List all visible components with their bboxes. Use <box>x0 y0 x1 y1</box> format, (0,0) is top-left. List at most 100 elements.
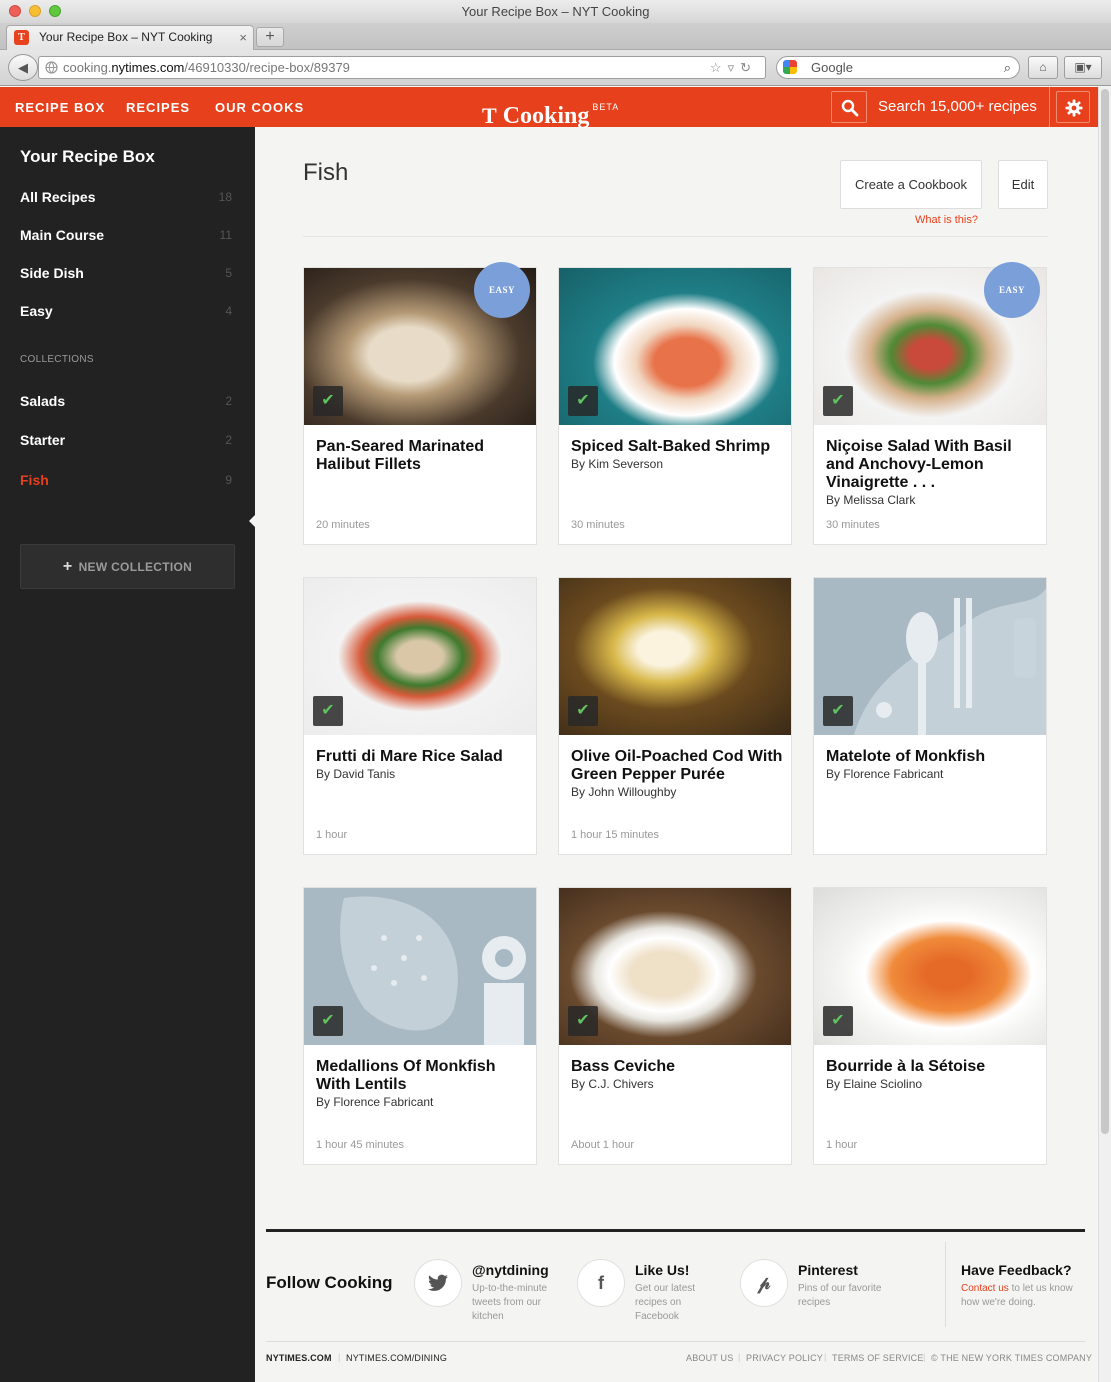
sidebar-item-main-course[interactable]: Main Course 11 <box>20 223 232 247</box>
facebook-button[interactable]: f <box>577 1259 625 1307</box>
scrollbar-thumb[interactable] <box>1101 89 1109 1134</box>
sidebar-item-easy[interactable]: Easy 4 <box>20 299 232 323</box>
pinterest-description: Pins of our favorite recipes <box>798 1283 882 1308</box>
nyt-t-icon: T <box>482 103 497 128</box>
tab-close-icon[interactable]: × <box>239 26 247 49</box>
nytimes-link[interactable]: NYTIMES.COM <box>266 1353 332 1363</box>
navigation-toolbar: ◀ cooking.nytimes.com/46910330/recipe-bo… <box>0 50 1111 86</box>
feedback-description: Contact us to let us know how we're doin… <box>961 1282 1086 1310</box>
browser-tab[interactable]: T Your Recipe Box – NYT Cooking × <box>6 25 254 50</box>
site-header: RECIPE BOX RECIPES OUR COOKS T Cooking BET… <box>0 87 1098 129</box>
recipe-card[interactable]: ✔ Olive Oil-Poached Cod With Green Peppe… <box>558 577 792 855</box>
recipe-author: By Kim Severson <box>571 457 664 471</box>
new-tab-button[interactable]: + <box>256 27 284 47</box>
extensions-button[interactable]: ▣▾ <box>1064 56 1102 79</box>
search-button[interactable] <box>831 91 867 123</box>
recipe-title[interactable]: Bourride à la Sétoise <box>826 1058 1040 1076</box>
dropdown-icon[interactable]: ▿ <box>728 60 741 75</box>
browser-search-box[interactable]: Google ⌕ <box>776 56 1020 79</box>
recipe-card[interactable]: EASY ✔ Niçoise Salad With Basil and Anch… <box>813 262 1047 545</box>
reload-icon[interactable]: ↻ <box>740 60 757 75</box>
address-bar[interactable]: cooking.nytimes.com/46910330/recipe-box/… <box>38 56 766 79</box>
easy-badge: EASY <box>984 262 1040 318</box>
recipe-card[interactable]: ✔ Bass Ceviche By C.J. Chivers About 1 h… <box>558 887 792 1165</box>
sidebar-item-starter[interactable]: Starter 2 <box>20 428 232 452</box>
recipe-time: 1 hour 45 minutes <box>316 1139 405 1151</box>
recipe-card[interactable]: ✔ Frutti di Mare Rice Salad By David Tan… <box>303 577 537 855</box>
recipe-card[interactable]: EASY ✔ Pan-Seared Marinated Halibut Fill… <box>303 262 537 545</box>
saved-check-icon[interactable]: ✔ <box>568 696 598 726</box>
magnifier-icon[interactable]: ⌕ <box>1004 57 1011 78</box>
home-button[interactable]: ⌂ <box>1028 56 1058 79</box>
footer-bottom-rule <box>266 1341 1085 1342</box>
sidebar-item-side-dish[interactable]: Side Dish 5 <box>20 261 232 285</box>
saved-check-icon[interactable]: ✔ <box>823 386 853 416</box>
back-arrow-icon: ◀ <box>18 60 28 75</box>
recipe-card[interactable]: ✔ Matelote of Monkfish By Florence Fabri… <box>813 577 1047 855</box>
pinterest-icon: 𝓅 <box>757 1273 771 1293</box>
recipe-title[interactable]: Olive Oil-Poached Cod With Green Pepper … <box>571 748 785 784</box>
sidebar-item-all-recipes[interactable]: All Recipes 18 <box>20 185 232 209</box>
recipe-card[interactable]: ✔ Medallions Of Monkfish With Lentils By… <box>303 887 537 1165</box>
create-cookbook-button[interactable]: Create a Cookbook <box>840 160 982 209</box>
edit-button[interactable]: Edit <box>998 160 1048 209</box>
sidebar-item-fish[interactable]: Fish 9 <box>20 468 232 492</box>
settings-button[interactable] <box>1049 87 1098 127</box>
twitter-title[interactable]: @nytdining <box>472 1262 549 1278</box>
contact-us-link[interactable]: Contact us <box>961 1283 1009 1294</box>
twitter-button[interactable] <box>414 1259 462 1307</box>
saved-check-icon[interactable]: ✔ <box>313 386 343 416</box>
saved-check-icon[interactable]: ✔ <box>823 1006 853 1036</box>
saved-check-icon[interactable]: ✔ <box>568 386 598 416</box>
footer-separator: | <box>824 1352 827 1362</box>
saved-check-icon[interactable]: ✔ <box>313 696 343 726</box>
footer-separator: | <box>738 1352 741 1362</box>
pinterest-button[interactable]: 𝓅 <box>740 1259 788 1307</box>
new-collection-button[interactable]: + NEW COLLECTION <box>20 544 235 589</box>
saved-check-icon[interactable]: ✔ <box>313 1006 343 1036</box>
new-collection-label: NEW COLLECTION <box>78 560 193 574</box>
sidebar-item-count: 4 <box>225 304 232 318</box>
recipe-title[interactable]: Pan-Seared Marinated Halibut Fillets <box>316 438 530 474</box>
saved-check-icon[interactable]: ✔ <box>568 1006 598 1036</box>
search-icon <box>841 99 859 117</box>
recipe-author: By Florence Fabricant <box>316 1095 434 1109</box>
recipe-title[interactable]: Medallions Of Monkfish With Lentils <box>316 1058 530 1094</box>
pinterest-title[interactable]: Pinterest <box>798 1262 858 1278</box>
recipe-title[interactable]: Matelote of Monkfish <box>826 748 1040 766</box>
vertical-scrollbar[interactable] <box>1098 87 1111 1382</box>
minimize-window-button[interactable] <box>29 5 41 17</box>
recipe-title[interactable]: Bass Ceviche <box>571 1058 785 1076</box>
bookmark-star-icon[interactable]: ☆ <box>710 60 728 75</box>
nav-recipes[interactable]: RECIPES <box>126 87 190 127</box>
recipe-title[interactable]: Spiced Salt-Baked Shrimp <box>571 438 785 456</box>
saved-check-icon[interactable]: ✔ <box>823 696 853 726</box>
recipe-time: 30 minutes <box>826 519 880 531</box>
privacy-policy-link[interactable]: PRIVACY POLICY <box>746 1353 823 1363</box>
url-prefix: cooking. <box>63 60 112 75</box>
twitter-description: Up-to-the-minute tweets from our kitchen <box>472 1283 548 1322</box>
terms-of-service-link[interactable]: TERMS OF SERVICE <box>832 1353 924 1363</box>
close-window-button[interactable] <box>9 5 21 17</box>
facebook-description: Get our latest recipes on Facebook <box>635 1283 696 1322</box>
zoom-window-button[interactable] <box>49 5 61 17</box>
sidebar-item-label: Easy <box>20 303 53 319</box>
nav-recipe-box[interactable]: RECIPE BOX <box>15 87 105 127</box>
about-us-link[interactable]: ABOUT US <box>686 1353 733 1363</box>
recipe-card[interactable]: ✔ Bourride à la Sétoise By Elaine Scioli… <box>813 887 1047 1165</box>
recipe-title[interactable]: Niçoise Salad With Basil and Anchovy-Lem… <box>826 438 1040 492</box>
sidebar-item-count: 5 <box>225 266 232 280</box>
sidebar-item-salads[interactable]: Salads 2 <box>20 389 232 413</box>
recipe-card[interactable]: ✔ Spiced Salt-Baked Shrimp By Kim Severs… <box>558 267 792 545</box>
nav-our-cooks[interactable]: OUR COOKS <box>215 87 304 127</box>
search-engine-label: Google <box>811 60 853 75</box>
nytimes-dining-link[interactable]: NYTIMES.COM/DINING <box>346 1353 447 1363</box>
back-button[interactable]: ◀ <box>8 54 38 81</box>
what-is-this-link[interactable]: What is this? <box>915 214 978 226</box>
facebook-title[interactable]: Like Us! <box>635 1262 689 1278</box>
google-icon <box>783 60 797 74</box>
cooking-logo[interactable]: T Cooking BETA <box>482 91 619 129</box>
recipe-time: 30 minutes <box>571 519 625 531</box>
recipe-title[interactable]: Frutti di Mare Rice Salad <box>316 748 530 766</box>
search-recipes-field[interactable]: Search 15,000+ recipes <box>878 87 1037 127</box>
